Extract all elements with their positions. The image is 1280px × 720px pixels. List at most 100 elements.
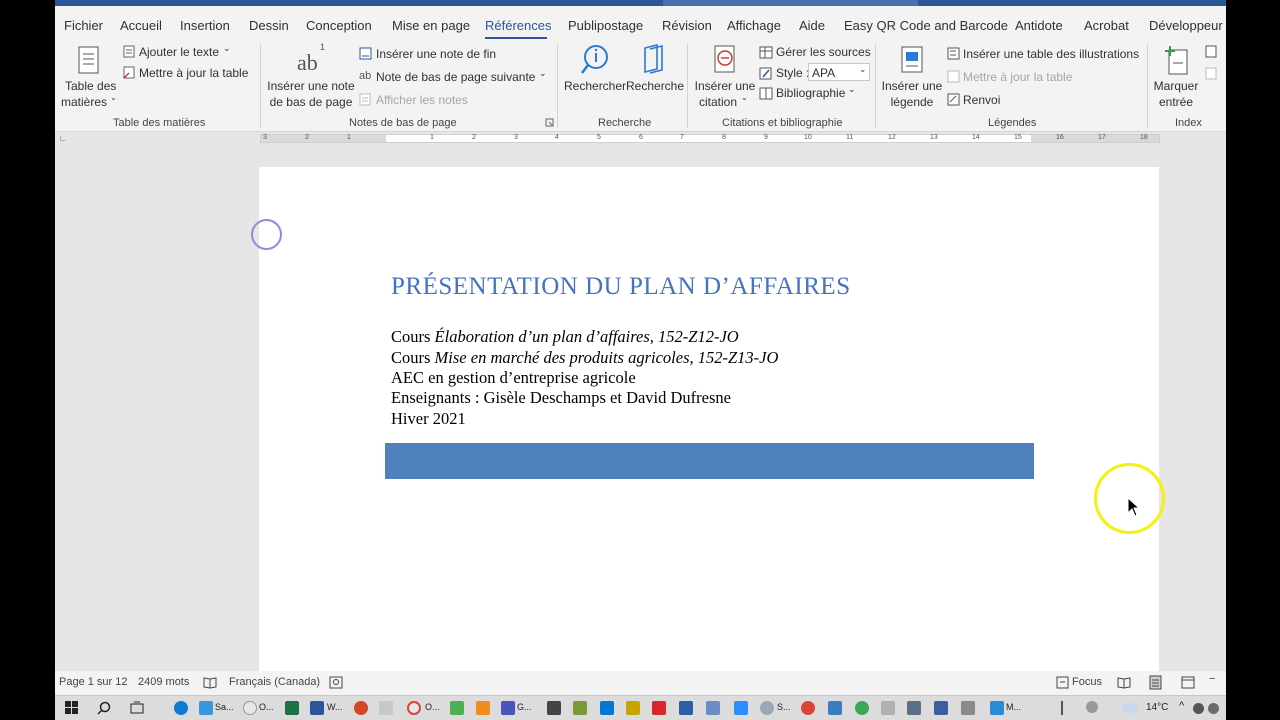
insert-caption-line1[interactable]: Insérer une: [880, 79, 944, 93]
insert-citation-icon[interactable]: [711, 44, 739, 76]
insert-index-icon[interactable]: [1205, 45, 1218, 58]
web-layout-icon[interactable]: [1181, 676, 1195, 689]
acrobat-icon[interactable]: [652, 701, 666, 715]
app-icon[interactable]: [199, 701, 213, 715]
mark-entry-icon[interactable]: [1164, 44, 1190, 76]
app-icon[interactable]: [679, 701, 693, 715]
style-dropdown[interactable]: APA ⌄: [808, 63, 870, 81]
print-layout-icon[interactable]: [1149, 675, 1163, 690]
outlook-icon[interactable]: [600, 701, 614, 715]
tray-icon[interactable]: [1208, 703, 1219, 714]
app-icon[interactable]: [706, 701, 720, 715]
tab-developpeur[interactable]: Développeur: [1149, 18, 1223, 33]
teams-icon[interactable]: [501, 701, 515, 715]
taskbar-label[interactable]: W...: [327, 702, 343, 712]
search-icon[interactable]: [97, 701, 111, 715]
app-icon[interactable]: [547, 701, 561, 715]
researcher-icon[interactable]: [641, 44, 667, 76]
tab-aide[interactable]: Aide: [799, 18, 825, 33]
chevron-up-icon[interactable]: ^: [1179, 700, 1184, 712]
update-figures-table-button[interactable]: Mettre à jour la table: [963, 70, 1072, 84]
zoom-icon[interactable]: [734, 701, 748, 715]
page-count[interactable]: Page 1 sur 12: [59, 676, 128, 688]
taskbar-label[interactable]: G...: [517, 702, 532, 712]
app-icon[interactable]: [379, 701, 393, 715]
app-icon[interactable]: [990, 701, 1004, 715]
taskbar-label[interactable]: O...: [425, 702, 440, 712]
footnote-icon[interactable]: ab: [297, 50, 318, 76]
tab-references[interactable]: Références: [485, 18, 551, 33]
powerpoint-icon[interactable]: [354, 701, 368, 715]
toc-button-line2[interactable]: matières: [61, 95, 107, 109]
app-icon[interactable]: [961, 701, 975, 715]
cross-reference-button[interactable]: Renvoi: [963, 93, 1000, 107]
focus-icon[interactable]: [1056, 676, 1070, 689]
tab-selector-icon[interactable]: ∟: [59, 134, 67, 143]
horizontal-ruler[interactable]: 3 2 1 1 2 3 4 5 6 7 8 9 10 11 12 13 14 1…: [260, 134, 1160, 143]
insert-table-figures-button[interactable]: Insérer une table des illustrations: [963, 47, 1139, 61]
app-icon[interactable]: [573, 701, 587, 715]
update-index-icon[interactable]: [1205, 67, 1218, 80]
tab-affichage[interactable]: Affichage: [727, 18, 781, 33]
app-icon[interactable]: [828, 701, 842, 715]
word-count[interactable]: 2409 mots: [138, 676, 189, 688]
read-mode-icon[interactable]: [1117, 676, 1131, 689]
taskbar-label[interactable]: Sa...: [215, 702, 234, 712]
tab-acrobat[interactable]: Acrobat: [1084, 18, 1129, 33]
accessibility-icon[interactable]: [329, 676, 343, 689]
zoom-out-icon[interactable]: −: [1209, 673, 1215, 685]
browser-icon[interactable]: [243, 701, 257, 715]
word-icon[interactable]: [310, 701, 324, 715]
tab-easy-qr[interactable]: Easy QR Code and Barcode: [844, 18, 1008, 33]
tab-publipostage[interactable]: Publipostage: [568, 18, 643, 33]
taskbar-label[interactable]: M...: [1006, 702, 1021, 712]
tab-dessin[interactable]: Dessin: [249, 18, 289, 33]
add-text-button[interactable]: Ajouter le texte: [139, 45, 219, 59]
task-view-icon[interactable]: [130, 701, 144, 715]
app-icon[interactable]: [450, 701, 464, 715]
weather-icon[interactable]: [1122, 703, 1138, 713]
document-page[interactable]: PRÉSENTATION DU PLAN D’AFFAIRES Cours Él…: [259, 167, 1159, 695]
dialog-launcher-icon[interactable]: [545, 118, 555, 128]
mark-entry-line2[interactable]: entrée: [1151, 95, 1201, 109]
language-indicator[interactable]: Français (Canada): [229, 676, 320, 688]
tab-insertion[interactable]: Insertion: [180, 18, 230, 33]
user-icon[interactable]: [1086, 701, 1098, 713]
taskbar-label[interactable]: O...: [259, 702, 274, 712]
insert-endnote-button[interactable]: Insérer une note de fin: [376, 47, 496, 61]
edge-icon[interactable]: [174, 701, 188, 715]
bibliography-button[interactable]: Bibliographie: [776, 86, 845, 100]
researcher-button[interactable]: Recherche: [626, 79, 684, 93]
chrome-icon[interactable]: [407, 701, 421, 715]
tab-antidote[interactable]: Antidote: [1015, 18, 1063, 33]
insert-footnote-line2[interactable]: de bas de page: [265, 95, 357, 109]
chrome-icon[interactable]: [801, 701, 815, 715]
temperature[interactable]: 14°C: [1146, 702, 1168, 713]
tab-accueil[interactable]: Accueil: [120, 18, 162, 33]
app-icon[interactable]: [626, 701, 640, 715]
toc-button-line1[interactable]: Table des: [65, 79, 116, 93]
proofing-book-icon[interactable]: [203, 676, 217, 689]
tray-icon[interactable]: [1193, 703, 1204, 714]
tab-conception[interactable]: Conception: [306, 18, 372, 33]
insert-footnote-line1[interactable]: Insérer une note: [265, 79, 357, 93]
next-footnote-button[interactable]: Note de bas de page suivante: [376, 70, 535, 84]
insert-caption-icon[interactable]: [900, 45, 924, 75]
taskbar-label[interactable]: S...: [777, 702, 791, 712]
excel-icon[interactable]: [285, 701, 299, 715]
table-of-contents-icon[interactable]: [76, 46, 102, 76]
manage-sources-button[interactable]: Gérer les sources: [776, 45, 871, 59]
app-icon[interactable]: [907, 701, 921, 715]
insert-citation-line2[interactable]: citation: [699, 95, 737, 109]
app-icon[interactable]: [881, 701, 895, 715]
search-icon[interactable]: [580, 44, 610, 76]
search-button[interactable]: Rechercher: [564, 79, 626, 93]
app-icon[interactable]: [934, 701, 948, 715]
focus-button[interactable]: Focus: [1072, 676, 1102, 688]
insert-citation-line1[interactable]: Insérer une: [692, 79, 758, 93]
tab-revision[interactable]: Révision: [662, 18, 712, 33]
app-icon[interactable]: [855, 701, 869, 715]
insert-caption-line2[interactable]: légende: [880, 95, 944, 109]
tab-fichier[interactable]: Fichier: [64, 18, 103, 33]
mark-entry-line1[interactable]: Marquer: [1151, 79, 1201, 93]
